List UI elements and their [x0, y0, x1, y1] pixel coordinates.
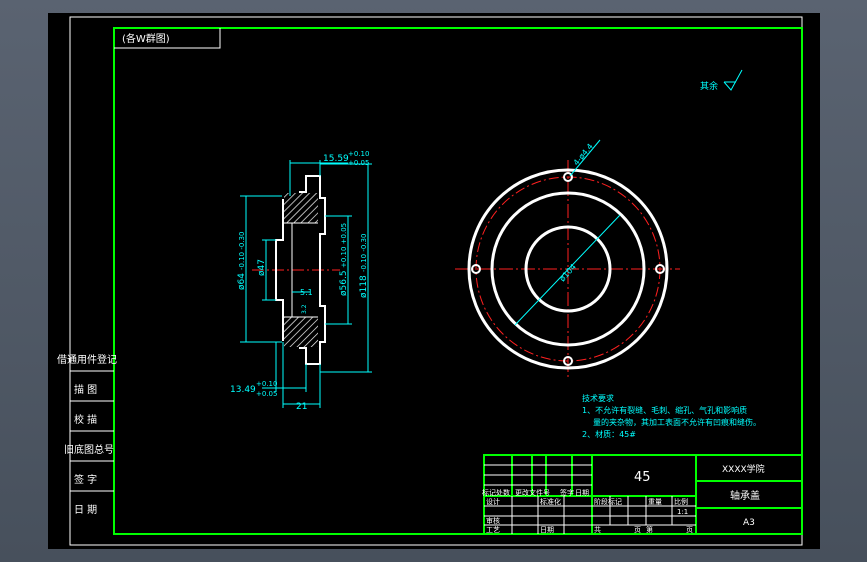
dim-left-inner: ø47	[257, 259, 267, 276]
design-label: 设计	[486, 497, 500, 506]
dim-bottom-tol-lower: +0.05	[256, 390, 277, 398]
left-row-6: 日 期	[74, 504, 97, 516]
sheets-label: 页	[634, 526, 641, 534]
roughness-symbol-icon	[723, 69, 743, 91]
cad-drawing-canvas[interactable]: (各W群图) 其余 15.59 +0.10 +0.05 ø64 -0.10 -0…	[0, 0, 867, 562]
left-row-4: 旧底图总号	[64, 443, 114, 456]
dim-inner-center: ø56.5	[339, 270, 349, 296]
process-label: 工艺	[486, 526, 500, 534]
dim-top-tol-upper: +0.10	[348, 150, 369, 158]
hatch-top	[284, 193, 318, 223]
dim-left-outer: ø64	[237, 273, 247, 290]
tech-item-2: 2、材质：45#	[582, 429, 636, 439]
dim-right-outer-tol: -0.10 -0.30	[360, 234, 368, 272]
dim-total-width: 21	[296, 402, 307, 412]
surface-note: 其余	[700, 80, 718, 92]
page-suffix-label: 页	[686, 526, 693, 534]
material-text: 45	[634, 470, 651, 485]
school-name: XXXX学院	[722, 463, 765, 475]
header-date: 日期	[575, 489, 589, 497]
audit-label: 审核	[486, 516, 500, 525]
left-row-3: 校 描	[74, 413, 97, 426]
sheet-size: A3	[743, 518, 755, 528]
tech-item-1: 1、不允许有裂缝、毛刺、缩孔、气孔和影响质	[582, 405, 747, 415]
dim-top-width: 15.59	[323, 154, 349, 164]
corner-label: (各W群图)	[122, 32, 170, 45]
header-sign: 签字	[560, 488, 574, 497]
title-block[interactable]: 45 XXXX学院 轴承盖 A3 标记处数 更改文件号 签字 日期 设计 标准化…	[482, 454, 803, 535]
tech-title: 技术要求	[582, 393, 614, 403]
dim-top-tol-lower: +0.05	[348, 159, 369, 167]
total-label: 共	[594, 525, 601, 534]
tech-item-1-cont: 量的夹杂物，其加工表面不允许有凹痕和缝伤。	[593, 417, 761, 427]
date-label: 日期	[540, 526, 554, 534]
scale-value: 1:1	[677, 508, 688, 516]
dim-right-outer: ø118	[359, 275, 369, 298]
left-row-2: 描 图	[74, 383, 97, 396]
title-block-grid-white	[484, 464, 696, 534]
header-file: 更改文件号	[515, 488, 550, 497]
dim-roughness: 3.2	[301, 304, 308, 314]
part-name: 轴承盖	[730, 489, 760, 502]
dim-bottom-tol-upper: +0.10	[256, 380, 277, 388]
dim-bottom-width: 13.49	[230, 385, 256, 395]
stage-mark-label: 阶段标记	[594, 497, 622, 506]
inner-frame	[113, 27, 803, 535]
left-row-5: 签 字	[74, 473, 97, 486]
front-view[interactable]	[455, 139, 680, 378]
dim-step: 5.1	[300, 288, 313, 297]
dim-left-outer-tol: -0.10 -0.30	[238, 232, 246, 270]
left-row-1: 借通用件登记	[57, 353, 117, 366]
holes-label: 4-ø4.4	[572, 142, 595, 167]
weight-label: 重量	[648, 498, 662, 506]
hatch-bottom	[284, 317, 318, 347]
scale-label: 比例	[674, 497, 688, 506]
page-label: 第	[646, 525, 653, 534]
header-marks: 标记处数	[482, 488, 510, 497]
dim-inner-center-tol: +0.10 +0.05	[340, 223, 348, 268]
outer-border	[69, 16, 803, 546]
standardize-label: 标准化	[540, 497, 561, 506]
